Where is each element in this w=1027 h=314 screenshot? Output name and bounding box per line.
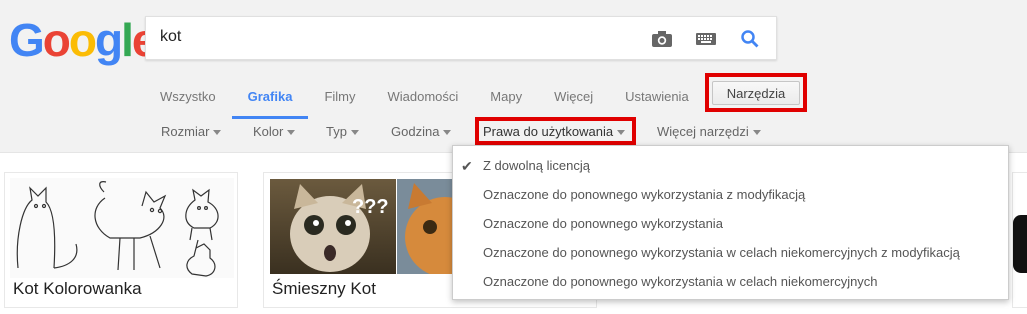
caret-down-icon (443, 130, 452, 136)
filter-time[interactable]: Godzina (391, 124, 452, 139)
filter-label: Kolor (253, 124, 284, 139)
option-label: Oznaczone do ponownego wykorzystania (483, 216, 723, 231)
license-option-reuse-modify[interactable]: Oznaczone do ponownego wykorzystania z m… (483, 187, 805, 202)
license-option-noncommercial-modify[interactable]: Oznaczone do ponownego wykorzystania w c… (483, 245, 960, 260)
image-overlay-text: ??? (352, 196, 389, 218)
tab-ustawienia[interactable]: Ustawienia (625, 80, 689, 118)
filter-label: Rozmiar (161, 124, 210, 139)
camera-icon[interactable] (650, 27, 674, 51)
search-tabs: Wszystko Grafika Filmy Wiadomości Mapy W… (160, 80, 721, 119)
result-card[interactable] (1012, 172, 1027, 308)
filter-color[interactable]: Kolor (253, 124, 296, 139)
filter-label: Typ (326, 124, 347, 139)
filter-size[interactable]: Rozmiar (161, 124, 222, 139)
result-image[interactable] (1013, 215, 1027, 273)
option-label: Z dowolną licencją (483, 158, 590, 173)
license-option-reuse[interactable]: Oznaczone do ponownego wykorzystania (483, 216, 723, 231)
result-title[interactable]: Kot Kolorowanka (13, 279, 142, 299)
tools-button[interactable]: Narzędzia (712, 81, 800, 105)
filter-type[interactable]: Typ (326, 124, 359, 139)
option-label: Oznaczone do ponownego wykorzystania w c… (483, 245, 960, 260)
tab-mapy[interactable]: Mapy (490, 80, 522, 118)
logo-letter: G (9, 14, 45, 66)
filter-label: Godzina (391, 124, 440, 139)
tab-wiadomosci[interactable]: Wiadomości (387, 80, 458, 118)
search-input[interactable] (160, 28, 620, 46)
logo-letter: g (95, 14, 123, 66)
search-box (145, 16, 777, 60)
logo-letter: l (121, 14, 134, 66)
filter-more-tools[interactable]: Więcej narzędzi (657, 124, 761, 139)
filter-label: Więcej narzędzi (657, 124, 749, 139)
usage-rights-dropdown: ✔ Z dowolną licencją Oznaczone do ponown… (452, 145, 1009, 300)
tab-wiecej[interactable]: Więcej (554, 80, 593, 118)
usage-rights-highlight-box (475, 117, 636, 145)
tab-filmy[interactable]: Filmy (324, 80, 355, 118)
result-image[interactable] (10, 178, 234, 278)
option-label: Oznaczone do ponownego wykorzystania z m… (483, 187, 806, 202)
caret-down-icon (752, 130, 761, 136)
header: Google Wszystko Grafika Filmy Wiadomości… (0, 0, 1027, 153)
logo-letter: o (68, 14, 97, 66)
keyboard-icon[interactable] (694, 27, 718, 51)
logo-letter: o (42, 14, 71, 66)
caret-down-icon (350, 130, 359, 136)
caret-down-icon (287, 130, 296, 136)
google-logo[interactable]: Google (9, 13, 157, 67)
option-label: Oznaczone do ponownego wykorzystania w c… (483, 274, 878, 289)
result-title[interactable]: Śmieszny Kot (272, 279, 376, 299)
search-icon[interactable] (738, 27, 762, 51)
tab-grafika[interactable]: Grafika (231, 80, 309, 119)
checkmark-icon: ✔ (461, 158, 473, 174)
result-card[interactable]: Kot Kolorowanka (4, 172, 238, 308)
tab-wszystko[interactable]: Wszystko (160, 80, 216, 118)
license-option-any[interactable]: ✔ Z dowolną licencją (461, 158, 590, 174)
caret-down-icon (213, 130, 222, 136)
license-option-noncommercial[interactable]: Oznaczone do ponownego wykorzystania w c… (483, 274, 878, 289)
